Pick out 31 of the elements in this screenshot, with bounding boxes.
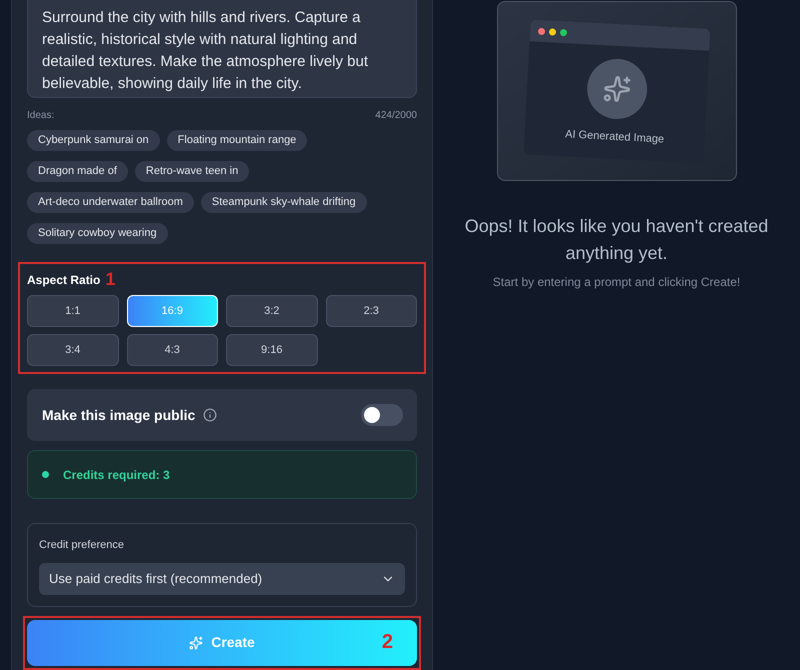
- window-dots-icon: [537, 26, 567, 36]
- credit-preference-select[interactable]: Use paid credits first (recommended): [39, 562, 405, 594]
- public-label: Make this image public: [42, 406, 196, 425]
- character-count: 424/2000: [375, 109, 417, 123]
- empty-heading: Oops! It looks like you haven't created anything yet.: [464, 215, 770, 265]
- aspect-ratio-option[interactable]: 3:2: [226, 295, 318, 327]
- annotation-number: 1: [105, 269, 116, 289]
- info-icon[interactable]: [203, 408, 218, 422]
- aspect-ratio-title: Aspect Ratio: [27, 272, 100, 289]
- image-label: AI Generated Image: [564, 127, 664, 148]
- aspect-ratio-option[interactable]: 9:16: [226, 334, 318, 366]
- prompt-field[interactable]: Surround the city with hills and rivers. Capture a realistic, historical style with natural lighting and detailed textures. Make the atmosphere lively but believable, showing daily life in the city.: [27, 0, 417, 98]
- sparkle-icon: [189, 636, 204, 650]
- sparkle-icon: [602, 74, 632, 104]
- credits-required: Credits required: 3: [63, 466, 170, 484]
- idea-chip[interactable]: Dragon made of: [27, 161, 128, 182]
- aspect-ratio-option[interactable]: 2:3: [326, 295, 417, 327]
- credit-preference-label: Credit preference: [39, 538, 125, 553]
- aspect-ratio-option[interactable]: 4:3: [126, 334, 218, 366]
- public-toggle[interactable]: [361, 404, 403, 426]
- idea-chip[interactable]: Cyberpunk samurai on: [27, 130, 160, 151]
- idea-chip[interactable]: Retro-wave teen in: [134, 161, 250, 182]
- aspect-ratio-option[interactable]: 1:1: [27, 295, 118, 327]
- aspect-ratio-option[interactable]: 3:4: [27, 334, 118, 366]
- ideas-label: Ideas:: [27, 109, 54, 123]
- empty-subtext: Start by entering a prompt and clicking Create!: [492, 274, 740, 291]
- idea-chip[interactable]: Floating mountain range: [166, 130, 308, 151]
- idea-chip[interactable]: Solitary cowboy wearing: [27, 223, 168, 244]
- annotation-number: 2: [382, 630, 393, 652]
- idea-chip[interactable]: Art-deco underwater ballroom: [27, 192, 194, 213]
- idea-chip[interactable]: Steampunk sky-whale drifting: [200, 192, 367, 213]
